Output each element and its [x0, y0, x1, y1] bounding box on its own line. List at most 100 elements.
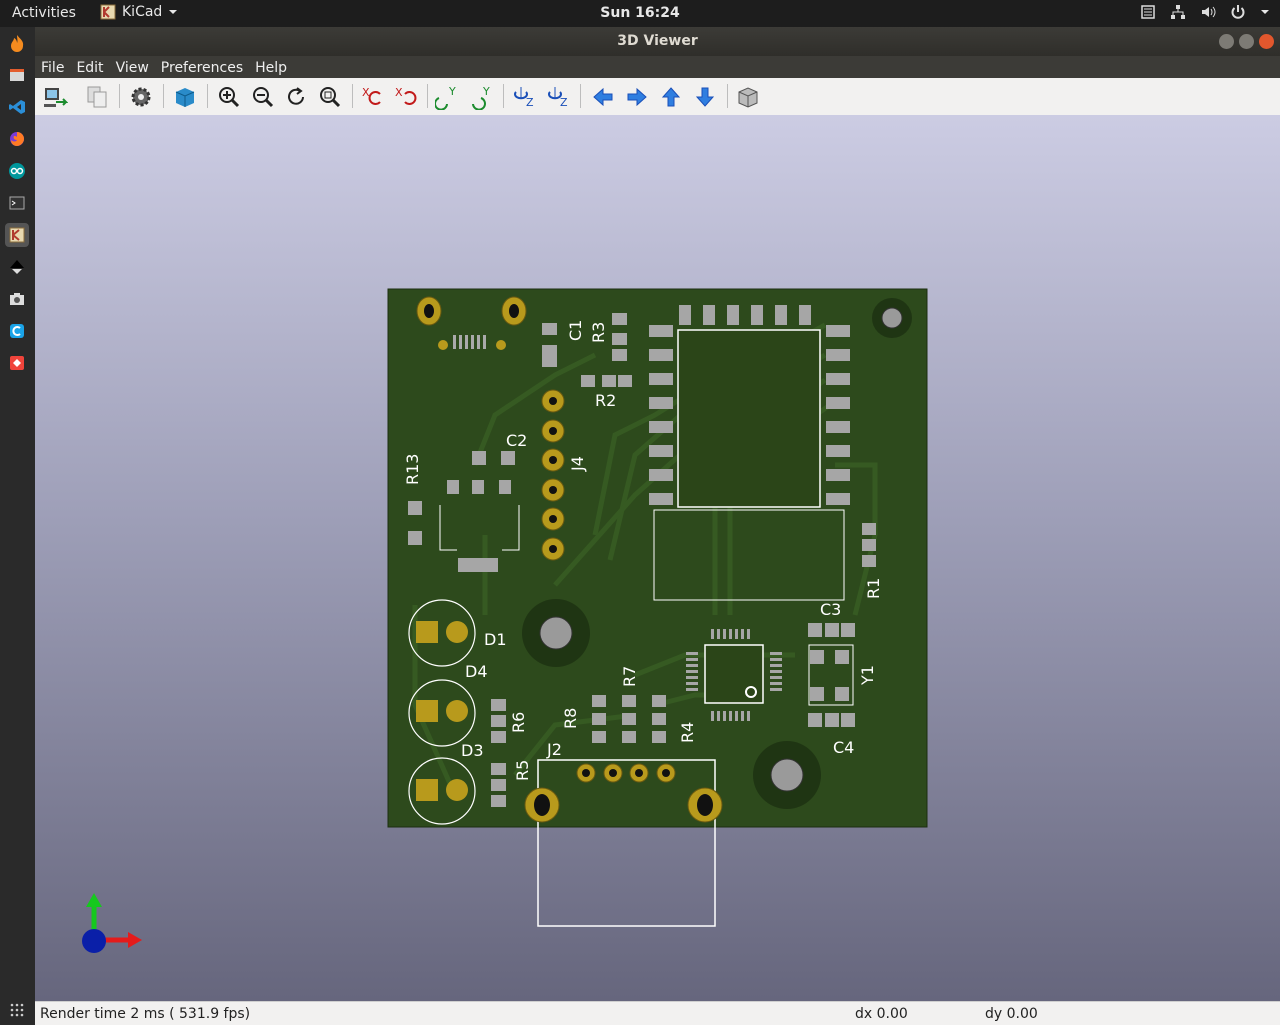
- render-time: Render time 2 ms ( 531.9 fps): [40, 1006, 251, 1022]
- window-titlebar[interactable]: 3D Viewer: [35, 27, 1280, 56]
- refdes-r3: R3: [589, 322, 608, 343]
- kicad-icon[interactable]: [5, 223, 29, 247]
- refdes-c1: C1: [566, 320, 585, 341]
- rotate-z-cw-button[interactable]: Z: [511, 83, 539, 111]
- show-applications-icon[interactable]: [9, 1002, 25, 1018]
- rotate-x-icon: X: [395, 86, 417, 105]
- display-options-button[interactable]: [127, 83, 155, 111]
- inkscape-icon[interactable]: [5, 255, 29, 279]
- menubar: File Edit View Preferences Help: [35, 56, 1280, 78]
- refdes-r5: R5: [513, 760, 532, 781]
- copy-3d-image-button[interactable]: [83, 83, 111, 111]
- refdes-r4: R4: [678, 722, 697, 743]
- codeblocks-icon[interactable]: [5, 319, 29, 343]
- dx-readout: dx 0.00: [855, 1006, 908, 1022]
- move-down-button[interactable]: [691, 83, 719, 111]
- refresh-icon: [288, 87, 304, 105]
- arrow-right-icon: [627, 87, 647, 107]
- rotate-x-cw-button[interactable]: X: [359, 83, 387, 111]
- move-up-button[interactable]: [657, 83, 685, 111]
- dock: [0, 27, 36, 1024]
- redraw-button[interactable]: [282, 83, 310, 111]
- network-icon[interactable]: [1170, 4, 1186, 20]
- rotate-x-ccw-button[interactable]: X: [392, 83, 420, 111]
- rotate-z-icon: Z: [514, 87, 534, 109]
- close-button[interactable]: [1259, 34, 1274, 49]
- refdes-j2: J2: [546, 740, 562, 759]
- rotate-y-ccw-button[interactable]: Y: [468, 83, 496, 111]
- arrow-down-icon: [695, 87, 715, 107]
- app-menu-label: KiCad: [122, 4, 163, 20]
- system-tray[interactable]: [1140, 4, 1270, 20]
- toolbar: X X Y Y Z Z: [35, 78, 1280, 116]
- zoom-in-button[interactable]: [215, 83, 243, 111]
- svg-text:Z: Z: [526, 96, 534, 109]
- svg-text:X: X: [395, 86, 403, 99]
- arrow-left-icon: [593, 87, 613, 107]
- refdes-j4: J4: [568, 456, 587, 472]
- toggle-orthographic-button[interactable]: [734, 83, 762, 111]
- firefox-icon[interactable]: [5, 127, 29, 151]
- system-top-bar: Activities KiCad Sun 16:24: [0, 0, 1280, 27]
- menu-help[interactable]: Help: [249, 56, 293, 78]
- keyboard-layout-icon[interactable]: [1140, 4, 1156, 20]
- menu-file[interactable]: File: [35, 56, 70, 78]
- reload-board-icon: [44, 88, 68, 107]
- volume-icon[interactable]: [1200, 4, 1216, 20]
- arduino-icon[interactable]: [5, 159, 29, 183]
- arrow-up-icon: [661, 87, 681, 107]
- refdes-c3: C3: [820, 600, 841, 619]
- zoom-out-button[interactable]: [249, 83, 277, 111]
- mounting-hole: [872, 298, 912, 338]
- rotate-y-cw-button[interactable]: Y: [434, 83, 462, 111]
- menu-view[interactable]: View: [110, 56, 155, 78]
- toggle-render-button[interactable]: [171, 83, 199, 111]
- screenshot-icon[interactable]: [5, 287, 29, 311]
- zoom-fit-icon: [320, 87, 341, 108]
- refdes-d1: D1: [484, 630, 507, 649]
- anydesk-icon[interactable]: [5, 351, 29, 375]
- move-right-button[interactable]: [623, 83, 651, 111]
- menu-preferences[interactable]: Preferences: [155, 56, 249, 78]
- 3d-canvas[interactable]: C1 R3 R2 C2 J4 R13 D1 D4 R6 D3 R5 R8 R7 …: [35, 115, 1280, 1001]
- file-manager-icon[interactable]: [5, 63, 29, 87]
- zoom-fit-button[interactable]: [316, 83, 344, 111]
- clock[interactable]: Sun 16:24: [0, 5, 1280, 21]
- statusbar: Render time 2 ms ( 531.9 fps) dx 0.00 dy…: [35, 1001, 1280, 1025]
- menu-edit[interactable]: Edit: [70, 56, 109, 78]
- rotate-x-icon: X: [362, 86, 381, 105]
- refdes-r2: R2: [595, 391, 616, 410]
- viewer-window: 3D Viewer File Edit View Preferences Hel…: [35, 27, 1280, 1025]
- reload-board-button[interactable]: [41, 83, 69, 111]
- vscode-icon[interactable]: [5, 95, 29, 119]
- copy-icon: [87, 86, 107, 108]
- maximize-button[interactable]: [1239, 34, 1254, 49]
- dy-readout: dy 0.00: [985, 1006, 1038, 1022]
- activities-button[interactable]: Activities: [12, 5, 76, 21]
- refdes-r8: R8: [561, 708, 580, 729]
- rotate-z-icon: Z: [548, 87, 568, 109]
- svg-text:Y: Y: [482, 85, 490, 98]
- refdes-c4: C4: [833, 738, 854, 757]
- refdes-r1: R1: [864, 578, 883, 599]
- terminal-icon[interactable]: [5, 191, 29, 215]
- rotate-y-icon: Y: [435, 85, 456, 110]
- chevron-down-icon: [169, 10, 178, 14]
- rotate-z-ccw-button[interactable]: Z: [545, 83, 573, 111]
- axis-gizmo: [82, 893, 142, 953]
- minimize-button[interactable]: [1219, 34, 1234, 49]
- chevron-down-icon[interactable]: [1260, 8, 1270, 16]
- refdes-d3: D3: [461, 741, 484, 760]
- power-icon[interactable]: [1230, 4, 1246, 20]
- wire-cube-icon: [738, 87, 758, 108]
- window-title: 3D Viewer: [617, 33, 698, 49]
- refdes-r13: R13: [403, 454, 422, 485]
- refdes-c2: C2: [506, 431, 527, 450]
- firefox-flame-icon[interactable]: [5, 31, 29, 55]
- refdes-r7: R7: [620, 666, 639, 687]
- app-menu[interactable]: KiCad: [100, 4, 178, 20]
- svg-text:Z: Z: [560, 96, 568, 109]
- pcb-render: C1 R3 R2 C2 J4 R13 D1 D4 R6 D3 R5 R8 R7 …: [82, 288, 928, 953]
- move-left-button[interactable]: [589, 83, 617, 111]
- svg-text:Y: Y: [448, 85, 456, 98]
